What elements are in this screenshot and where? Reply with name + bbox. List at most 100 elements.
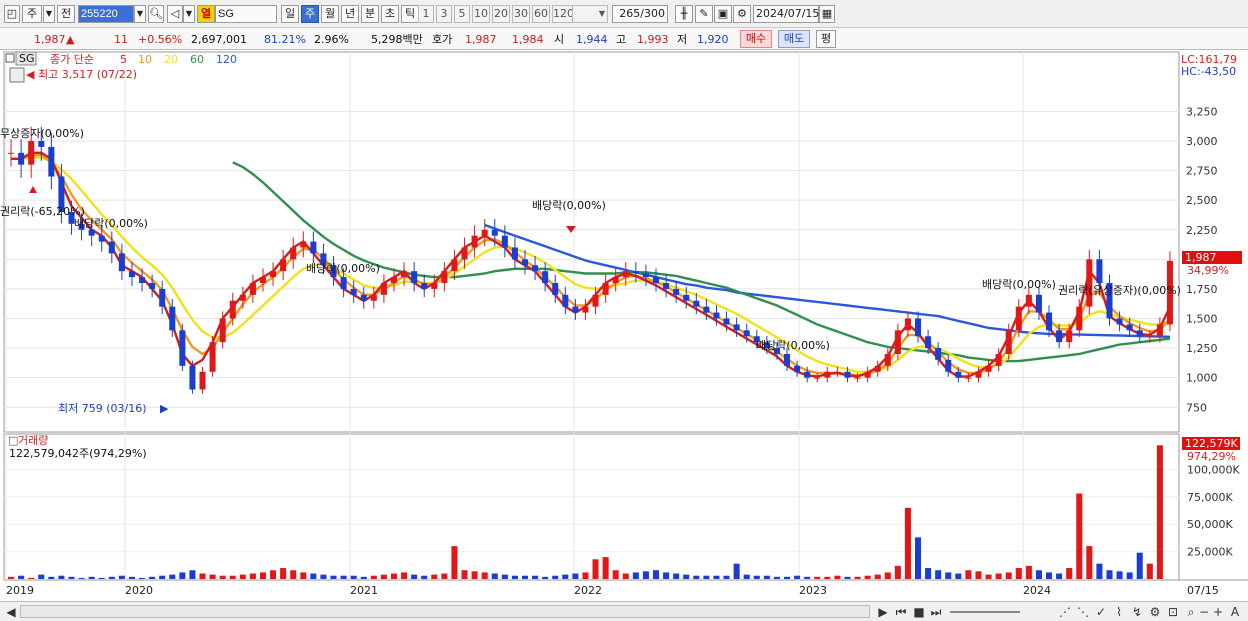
speaker-icon[interactable]: ◁ <box>167 5 183 23</box>
interval-tab-3[interactable]: 10 <box>472 5 490 23</box>
type-dropdown-icon[interactable]: ▼ <box>43 5 55 23</box>
max-label: 최고 3,517 (07/22) <box>38 68 137 81</box>
volume-bar <box>723 575 730 579</box>
volume-bar <box>1056 573 1063 579</box>
volume-bar <box>128 576 135 579</box>
volume-bar <box>622 573 629 579</box>
zoom-out-icon[interactable]: − <box>1198 604 1210 620</box>
volume-bar <box>390 573 398 579</box>
volume-bar <box>421 575 428 579</box>
zoom-search-icon[interactable]: ⌕ <box>1184 604 1198 620</box>
scroll-track[interactable] <box>20 605 870 618</box>
candle-body <box>390 277 398 283</box>
period-tab-4[interactable]: 분 <box>361 5 379 23</box>
volume-bar <box>552 575 559 579</box>
speaker-dropdown-icon[interactable]: ▼ <box>183 5 195 23</box>
interval-tab-4[interactable]: 20 <box>492 5 510 23</box>
candle-body <box>421 283 428 289</box>
volume-bar <box>794 575 801 579</box>
tool-icon-4[interactable]: ⌇ <box>1112 604 1126 620</box>
candle-body <box>642 273 649 278</box>
name-input[interactable] <box>215 5 277 23</box>
interval-tab-1[interactable]: 3 <box>436 5 452 23</box>
code-input[interactable] <box>78 5 134 23</box>
hc-label: HC:-43,50 <box>1181 65 1236 78</box>
amount-text: 5,298백만 <box>371 33 423 46</box>
volume-bar <box>824 576 831 579</box>
candle-body <box>451 259 458 272</box>
candle-body <box>350 288 357 295</box>
gear-icon[interactable]: ⚙ <box>733 5 751 23</box>
draw-tool-icon[interactable]: ✎ <box>695 5 713 23</box>
date-field[interactable]: 2024/07/15 <box>753 5 819 23</box>
tool-icon-2[interactable]: ⋱ <box>1076 604 1090 620</box>
candle-body <box>884 354 891 366</box>
zoom-in-icon[interactable]: + <box>1212 604 1224 620</box>
tool-icon-3[interactable]: ✓ <box>1094 604 1108 620</box>
eval-button[interactable]: 평 <box>816 30 836 48</box>
tool-icon-6[interactable]: ⚙ <box>1148 604 1162 620</box>
tool-icon-1[interactable]: ⋰ <box>1058 604 1072 620</box>
search-icon[interactable]: 🔍︎ <box>148 5 164 23</box>
type-selector[interactable]: 주 <box>22 5 42 23</box>
price-chart-svg[interactable]: 3,2503,0002,7502,5002,2502,0001,7501,500… <box>0 50 1248 604</box>
volume-bar <box>48 576 55 579</box>
interval-tab-2[interactable]: 5 <box>454 5 470 23</box>
interval-tab-0[interactable]: 1 <box>418 5 434 23</box>
volume-bar <box>1116 571 1123 579</box>
interval-dropdown[interactable]: ▼ <box>572 5 608 23</box>
calendar-icon[interactable]: ▦ <box>819 5 835 23</box>
period-tab-3[interactable]: 년 <box>341 5 359 23</box>
period-tab-2[interactable]: 월 <box>321 5 339 23</box>
period-tab-0[interactable]: 일 <box>281 5 299 23</box>
candle-body <box>481 229 488 236</box>
auto-scale-icon[interactable]: A <box>1228 604 1242 620</box>
open-text: 1,944 <box>576 33 608 46</box>
rewind-icon[interactable]: ⏮ <box>894 604 908 620</box>
stop-icon[interactable]: ■ <box>912 604 926 620</box>
interval-tab-5[interactable]: 30 <box>512 5 530 23</box>
candle-body <box>652 277 660 283</box>
forward-icon[interactable]: ⏭ <box>929 604 943 620</box>
interval-tab-6[interactable]: 60 <box>532 5 550 23</box>
calendar-widget-icon[interactable] <box>9 67 25 83</box>
candle-body <box>582 306 589 313</box>
candle-type-icon[interactable]: ╫ <box>675 5 693 23</box>
volume-bar <box>562 574 569 579</box>
max-arrow-icon: ◀ <box>26 68 35 81</box>
scroll-right-icon[interactable]: ▶ <box>876 604 890 620</box>
y-tick-label: 1,500 <box>1186 313 1218 326</box>
candle-body <box>693 300 700 307</box>
volume-bar <box>340 575 347 579</box>
mode-button[interactable]: 열 <box>197 5 215 23</box>
candle-body <box>28 141 35 165</box>
volume-panel <box>3 433 1180 581</box>
save-icon[interactable]: ▣ <box>714 5 732 23</box>
candle-body <box>521 259 529 266</box>
prev-button[interactable]: 전 <box>57 5 75 23</box>
buy-button[interactable]: 매수 <box>740 30 772 48</box>
code-dropdown-icon[interactable]: ▼ <box>134 5 146 23</box>
legend-period: 5 <box>120 53 127 66</box>
chart-area[interactable]: 3,2503,0002,7502,5002,2502,0001,7501,500… <box>0 50 1248 604</box>
volume-bar <box>401 572 408 579</box>
low-text: 1,920 <box>697 33 729 46</box>
interval-dropdown-icon: ▼ <box>598 9 605 18</box>
sell-button[interactable]: 매도 <box>778 30 810 48</box>
zoom-slider[interactable] <box>950 611 1020 613</box>
period-tab-5[interactable]: 초 <box>381 5 399 23</box>
interval-tab-7[interactable]: 120 <box>552 5 574 23</box>
scroll-left-icon[interactable]: ◀ <box>4 604 18 620</box>
candle-body <box>139 277 146 283</box>
chart-menu-icon[interactable]: ◰ <box>4 5 20 23</box>
tool-icon-5[interactable]: ↯ <box>1130 604 1144 620</box>
candle-body <box>249 283 256 295</box>
count-field[interactable]: 265/300 <box>612 5 668 23</box>
period-tab-1[interactable]: 주 <box>301 5 319 23</box>
tool-icon-7[interactable]: ⊡ <box>1166 604 1180 620</box>
period-tab-6[interactable]: 틱 <box>401 5 419 23</box>
bottom-scrollbar[interactable]: ◀ ▶ ⏮ ■ ⏭ ⋰ ⋱ ✓ ⌇ ↯ ⚙ ⊡ ⌕ − + A <box>0 601 1248 621</box>
candle-body <box>48 146 55 177</box>
candle-body <box>562 294 569 307</box>
chart-title: SG <box>19 52 35 65</box>
